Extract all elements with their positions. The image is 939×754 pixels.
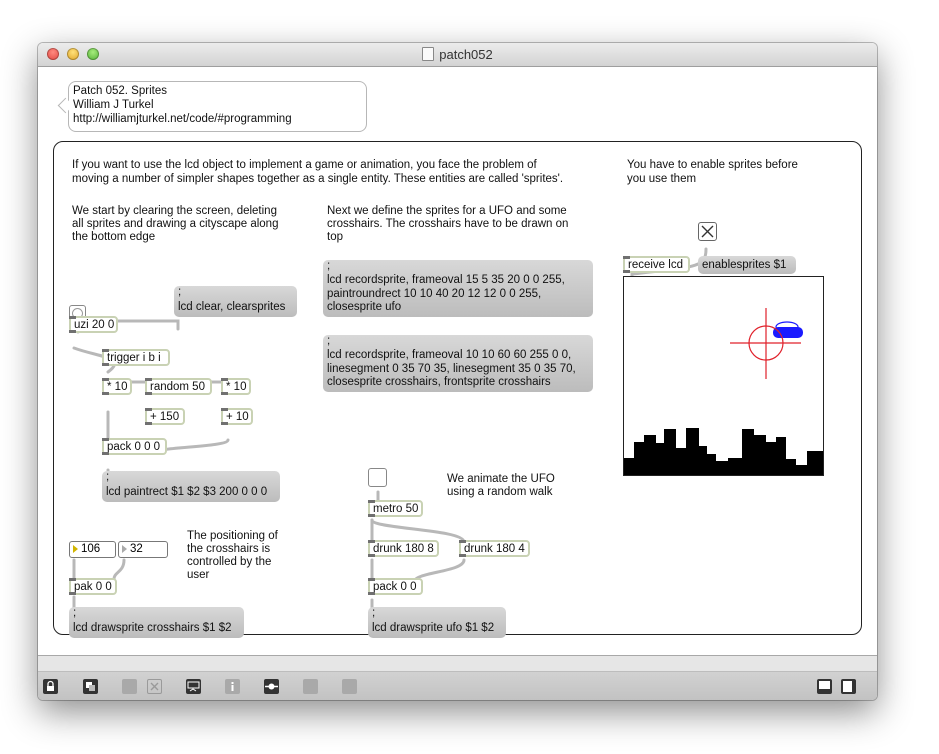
drawufo-message-text: lcd drawsprite ufo $1 $2 — [372, 622, 495, 634]
crosshairs-sprite-message[interactable]: ; lcd recordsprite, frameoval 10 10 60 6… — [323, 335, 593, 392]
x-number-triangle-icon — [73, 545, 78, 553]
header-line-1: Patch 052. Sprites — [73, 85, 167, 97]
ufo-message-line-2: paintroundrect 10 10 40 20 12 12 0 0 255… — [327, 287, 542, 300]
random-object[interactable]: random 50 — [145, 378, 212, 395]
drawcross-semicolon: ; — [73, 607, 77, 619]
clear-message[interactable]: ; lcd clear, clearsprites — [174, 286, 297, 317]
snapshot-icon[interactable] — [342, 679, 357, 694]
x-number-box[interactable]: 106 — [69, 541, 116, 558]
clear-message-semicolon: ; — [178, 286, 182, 298]
lock-icon[interactable] — [43, 679, 58, 694]
enable-sprites-toggle[interactable] — [698, 222, 717, 241]
position-note-line-3: controlled by the — [187, 556, 272, 568]
clear-note-line-1: We start by clearing the screen, deletin… — [72, 205, 277, 217]
animate-note-line-1: We animate the UFO — [447, 473, 555, 485]
enable-note-line-1: You have to enable sprites before — [627, 159, 798, 171]
cross-message-line-1: lcd recordsprite, frameoval 10 10 60 60 … — [327, 349, 572, 361]
header-line-3: http://williamjturkel.net/code/#programm… — [73, 113, 292, 125]
intro-line-1: If you want to use the lcd object to imp… — [72, 159, 537, 171]
sidebar-icon[interactable] — [841, 679, 856, 694]
lcd-display[interactable] — [623, 276, 824, 476]
multiply-10-object-b[interactable]: * 10 — [221, 378, 251, 395]
drawufo-semicolon: ; — [372, 607, 376, 619]
define-note-line-1: Next we define the sprites for a UFO and… — [327, 205, 567, 217]
cross-message-semicolon: ; — [327, 335, 331, 347]
document-icon — [422, 47, 435, 61]
plus-10-object[interactable]: + 10 — [221, 408, 253, 425]
object-icon[interactable] — [264, 679, 279, 694]
plus-150-object[interactable]: + 150 — [145, 408, 185, 425]
enable-note-line-2: you use them — [627, 173, 697, 185]
split-icon[interactable] — [817, 679, 832, 694]
cross-message-line-3: closesprite crosshairs, frontsprite cros… — [327, 376, 551, 388]
trigger-object[interactable]: trigger i b i — [102, 349, 170, 366]
toggle-x-icon — [701, 225, 714, 238]
clear-note-line-2: all sprites and drawing a cityscape alon… — [72, 218, 279, 230]
position-note-line-1: The positioning of — [187, 530, 278, 542]
ufo-message-semicolon: ; — [327, 260, 331, 272]
receive-lcd-object[interactable]: receive lcd — [623, 256, 690, 273]
window-title-area: patch052 — [38, 47, 877, 62]
title-bar: patch052 — [38, 43, 877, 67]
info-icon[interactable] — [225, 679, 240, 694]
ufo-message-line-1: lcd recordsprite, frameoval 15 5 35 20 0… — [327, 274, 565, 286]
drawsprite-ufo-message[interactable]: ; lcd drawsprite ufo $1 $2 — [368, 607, 506, 638]
clear-note-line-3: the bottom edge — [72, 231, 156, 243]
patcher-window: patch052 Patch 052. Sprites William J Tu… — [38, 43, 877, 700]
drunk-object-x[interactable]: drunk 180 8 — [368, 540, 439, 557]
pack-2-object[interactable]: pack 0 0 — [368, 578, 423, 595]
define-note-line-3: top — [327, 231, 343, 243]
presentation-icon[interactable] — [83, 679, 98, 694]
window-title: patch052 — [439, 47, 493, 62]
bottom-toolbar — [38, 655, 877, 700]
close-icon[interactable] — [147, 679, 162, 694]
y-number-box[interactable]: 32 — [118, 541, 168, 558]
cross-message-line-2: linesegment 0 35 70 35, linesegment 35 0… — [327, 362, 576, 375]
crosshairs-sprite — [730, 308, 801, 379]
clear-message-text: lcd clear, clearsprites — [178, 301, 286, 313]
header-line-2: William J Turkel — [73, 99, 154, 111]
uzi-object[interactable]: uzi 20 0 — [69, 316, 118, 333]
horizontal-scrollbar[interactable] — [38, 656, 877, 672]
paint-message-semicolon: ; — [106, 471, 110, 483]
paint-message[interactable]: ; lcd paintrect $1 $2 $3 200 0 0 0 — [102, 471, 280, 502]
pak-object[interactable]: pak 0 0 — [69, 578, 117, 595]
paint-message-text: lcd paintrect $1 $2 $3 200 0 0 0 — [106, 486, 268, 498]
metro-object[interactable]: metro 50 — [368, 500, 423, 517]
intro-line-2: moving a number of simpler shapes togeth… — [72, 173, 564, 185]
drawcross-message-text: lcd drawsprite crosshairs $1 $2 — [73, 622, 232, 634]
enablesprites-message[interactable]: enablesprites $1 — [698, 256, 796, 274]
metro-toggle[interactable] — [368, 468, 387, 487]
patcher-icon[interactable] — [122, 679, 137, 694]
position-note-line-2: the crosshairs is — [187, 543, 271, 555]
define-note-line-2: crosshairs. The crosshairs have to be dr… — [327, 218, 569, 230]
animate-note-line-2: using a random walk — [447, 486, 553, 498]
y-number-value: 32 — [130, 543, 143, 555]
drunk-object-y[interactable]: drunk 180 4 — [459, 540, 530, 557]
patcher-canvas[interactable]: Patch 052. Sprites William J Turkel http… — [38, 67, 877, 655]
lcd-drawing — [624, 308, 823, 475]
grid-icon[interactable] — [303, 679, 318, 694]
ufo-sprite-message[interactable]: ; lcd recordsprite, frameoval 15 5 35 20… — [323, 260, 593, 317]
ufo-message-line-3: closesprite ufo — [327, 301, 402, 313]
multiply-10-object-a[interactable]: * 10 — [102, 378, 132, 395]
x-number-value: 106 — [81, 543, 101, 555]
cityscape — [624, 428, 823, 475]
position-note-line-4: user — [187, 569, 210, 581]
pack-3-object[interactable]: pack 0 0 0 — [102, 438, 167, 455]
inspector-icon[interactable] — [186, 679, 201, 694]
drawsprite-crosshairs-message[interactable]: ; lcd drawsprite crosshairs $1 $2 — [69, 607, 244, 638]
y-number-triangle-icon — [122, 545, 127, 553]
